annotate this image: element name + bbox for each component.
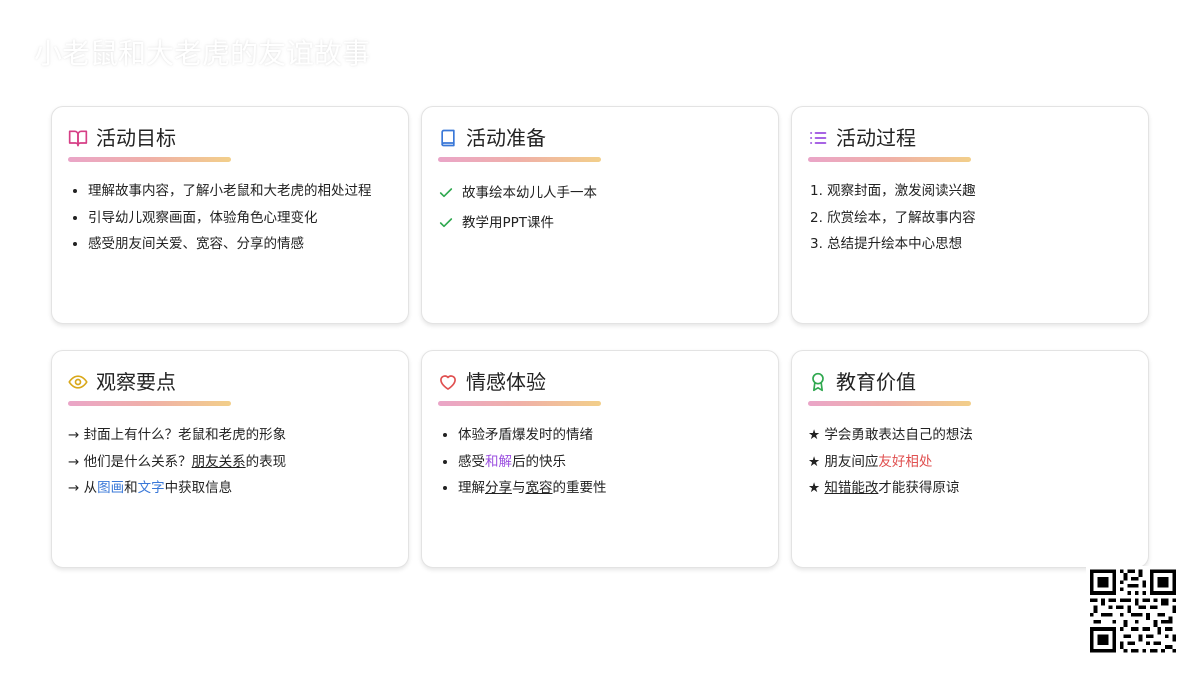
card-title: 活动过程 (836, 126, 916, 150)
list-item: 感受和解后的快乐 (458, 449, 762, 476)
qr-code-icon[interactable] (1086, 566, 1180, 656)
list-item: → 从图画和文字中获取信息 (68, 475, 392, 502)
underlined-text: 分享 (485, 480, 512, 496)
card-title: 活动准备 (466, 126, 546, 150)
title-underline (68, 157, 231, 162)
heart-icon (438, 372, 458, 392)
text: 与 (512, 480, 526, 496)
list-item: 故事绘本幼儿人手一本 (438, 178, 762, 208)
card-header: 活动过程 (808, 123, 1132, 153)
highlight-text: 和解 (485, 453, 512, 470)
list-item: 教学用PPT课件 (438, 208, 762, 238)
highlight-text: 图画 (97, 480, 125, 496)
list-icon (808, 128, 828, 148)
card-header: 活动目标 (68, 123, 392, 153)
underlined-text: 知错能改 (824, 480, 879, 496)
card-educational-value: 教育价值 ★ 学会勇敢表达自己的想法 ★ 朋友间应友好相处 ★ 知错能改才能获得… (791, 350, 1149, 568)
card-observation-points: 观察要点 → 封面上有什么？老鼠和老虎的形象 → 他们是什么关系？朋友关系的表现… (51, 350, 409, 568)
card-title: 活动目标 (96, 126, 176, 150)
text: 后的快乐 (512, 453, 566, 470)
list-item: ★ 朋友间应友好相处 (808, 449, 1132, 476)
card-activity-prep: 活动准备 故事绘本幼儿人手一本 教学用PPT课件 (421, 106, 779, 324)
title-underline (808, 401, 971, 406)
text: 感受 (458, 453, 485, 470)
eye-icon (68, 372, 88, 392)
list-item: 1. 观察封面，激发阅读兴趣 (810, 183, 976, 199)
underlined-text: 宽容 (525, 480, 553, 496)
list-item: ★ 学会勇敢表达自己的想法 (808, 427, 973, 443)
list-item: → 封面上有什么？老鼠和老虎的形象 (68, 427, 287, 443)
prep-list: 故事绘本幼儿人手一本 教学用PPT课件 (438, 178, 762, 238)
list-item: 2. 欣赏绘本，了解故事内容 (810, 209, 976, 226)
text: ★ (808, 480, 825, 496)
text: 理解 (458, 480, 485, 496)
card-header: 观察要点 (68, 367, 392, 397)
text: 和 (124, 480, 138, 496)
card-emotional-experience: 情感体验 体验矛盾爆发时的情绪 感受和解后的快乐 理解分享与宽容的重要性 (421, 350, 779, 568)
text: 的重要性 (552, 480, 607, 496)
text: → 从 (68, 480, 98, 496)
page-title: 小老鼠和大老虎的友谊故事 (34, 37, 371, 70)
card-title: 情感体验 (466, 370, 546, 394)
list-item: 引导幼儿观察画面，体验角色心理变化 (88, 205, 392, 232)
highlight-text: 文字 (137, 480, 165, 496)
value-list: ★ 学会勇敢表达自己的想法 ★ 朋友间应友好相处 ★ 知错能改才能获得原谅 (808, 422, 1132, 502)
check-icon (438, 185, 454, 201)
title-underline (68, 401, 231, 406)
card-activity-goals: 活动目标 理解故事内容，了解小老鼠和大老虎的相处过程 引导幼儿观察画面，体验角色… (51, 106, 409, 324)
title-underline (438, 157, 601, 162)
title-underline (438, 401, 601, 406)
process-list: 1. 观察封面，激发阅读兴趣 2. 欣赏绘本，了解故事内容 3. 总结提升绘本中… (808, 178, 1132, 258)
book-icon (438, 128, 458, 148)
list-item: 理解分享与宽容的重要性 (458, 475, 762, 502)
check-icon (438, 215, 454, 231)
list-item: 理解故事内容，了解小老鼠和大老虎的相处过程 (88, 178, 392, 205)
card-grid: 活动目标 理解故事内容，了解小老鼠和大老虎的相处过程 引导幼儿观察画面，体验角色… (51, 106, 1149, 568)
list-item: 体验矛盾爆发时的情绪 (458, 422, 762, 449)
list-item-text: 教学用PPT课件 (462, 215, 555, 231)
text: 才能获得原谅 (878, 480, 960, 496)
card-activity-process: 活动过程 1. 观察封面，激发阅读兴趣 2. 欣赏绘本，了解故事内容 3. 总结… (791, 106, 1149, 324)
list-item: 3. 总结提升绘本中心思想 (810, 236, 963, 252)
card-header: 情感体验 (438, 367, 762, 397)
text: ★ 朋友间应 (808, 453, 879, 470)
list-item: → 他们是什么关系？朋友关系的表现 (68, 449, 392, 476)
list-item-text: 故事绘本幼儿人手一本 (462, 185, 597, 201)
card-header: 活动准备 (438, 123, 762, 153)
highlight-text: 友好相处 (878, 453, 933, 470)
book-open-icon (68, 128, 88, 148)
award-icon (808, 372, 828, 392)
card-header: 教育价值 (808, 367, 1132, 397)
underlined-text: 朋友关系 (191, 453, 246, 470)
card-title: 观察要点 (96, 370, 176, 394)
list-item: ★ 知错能改才能获得原谅 (808, 475, 1132, 502)
text: 的表现 (245, 453, 287, 470)
text: → 他们是什么关系？ (68, 453, 192, 470)
goals-list: 理解故事内容，了解小老鼠和大老虎的相处过程 引导幼儿观察画面，体验角色心理变化 … (68, 178, 392, 258)
card-title: 教育价值 (836, 370, 916, 394)
emotion-list: 体验矛盾爆发时的情绪 感受和解后的快乐 理解分享与宽容的重要性 (438, 422, 762, 502)
observe-list: → 封面上有什么？老鼠和老虎的形象 → 他们是什么关系？朋友关系的表现 → 从图… (68, 422, 392, 502)
list-item: 感受朋友间关爱、宽容、分享的情感 (88, 231, 392, 258)
text: 中获取信息 (164, 480, 233, 496)
title-underline (808, 157, 971, 162)
